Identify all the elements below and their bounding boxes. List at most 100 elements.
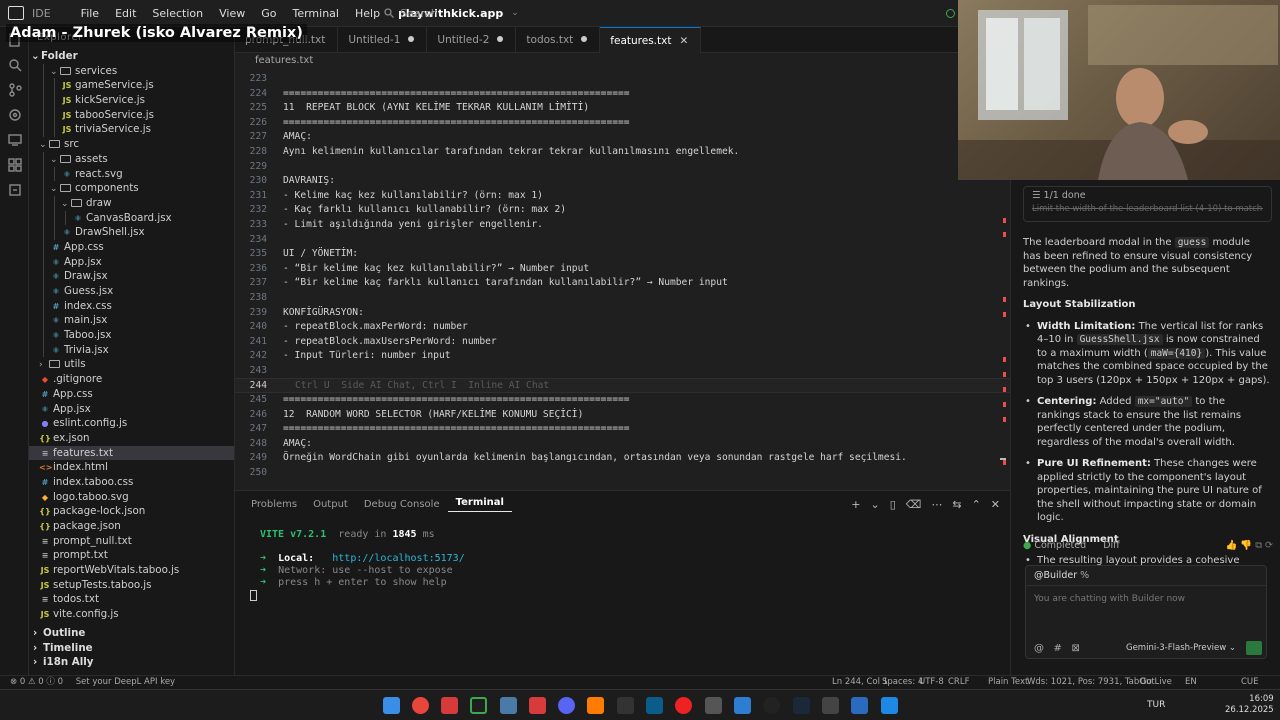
code-line[interactable]: 224 =====================================… xyxy=(235,87,1010,102)
code-line[interactable]: 227 AMAÇ: xyxy=(235,130,1010,145)
code-line[interactable]: 233 - Limit aşıldığında yeni girişler eng… xyxy=(235,218,1010,233)
file-item[interactable]: ≡ todos.txt xyxy=(29,592,234,607)
menu-selection[interactable]: Selection xyxy=(144,0,211,27)
file-item[interactable]: JS kickService.js xyxy=(29,93,234,108)
file-item[interactable]: ● eslint.config.js xyxy=(29,416,234,431)
split-terminal-icon[interactable]: ▯ xyxy=(890,498,896,511)
app-icon[interactable] xyxy=(705,697,722,714)
breadcrumb[interactable]: features.txt xyxy=(235,53,1010,69)
indent-status[interactable]: Spaces: 4 xyxy=(882,676,923,689)
new-terminal-icon[interactable]: + xyxy=(851,498,860,511)
terminal-output[interactable]: VITE v7.2.1 ready in 1845 ms ➜ Local: ht… xyxy=(235,517,1010,589)
tab-untitled-1[interactable]: Untitled-1 xyxy=(338,27,428,53)
code-line[interactable]: 230 DAVRANIŞ: xyxy=(235,174,1010,189)
lang-status[interactable]: EN xyxy=(1185,676,1197,689)
source-control-icon[interactable] xyxy=(0,77,29,102)
code-line[interactable]: 225 11 REPEAT BLOCK (AYNI KELİME TEKRAR K… xyxy=(235,101,1010,116)
file-item[interactable]: ≡ prompt.txt xyxy=(29,548,234,563)
remote-icon[interactable] xyxy=(0,127,29,152)
app-icon[interactable] xyxy=(734,697,751,714)
code-line[interactable]: 228 Aynı kelimenin kullanıcılar tarafında… xyxy=(235,145,1010,160)
tab-features[interactable]: features.txt ✕ xyxy=(600,27,702,53)
menu-terminal[interactable]: Terminal xyxy=(284,0,347,27)
chat-tools[interactable]: @ # ⊠ xyxy=(1034,643,1080,654)
folder-section[interactable]: ⌄Folder xyxy=(29,49,234,64)
file-item[interactable]: JS tabooService.js xyxy=(29,107,234,123)
file-item[interactable]: JS setupTests.taboo.js xyxy=(29,578,234,593)
app-icon[interactable] xyxy=(617,697,634,714)
menu-edit[interactable]: Edit xyxy=(107,0,144,27)
chat-input[interactable]: You are chatting with Builder now xyxy=(1026,586,1266,612)
code-line[interactable]: 242 - Input Türleri: number input xyxy=(235,349,1010,364)
send-icon[interactable] xyxy=(1246,641,1262,655)
code-line[interactable]: 235 UI / YÖNETİM: xyxy=(235,247,1010,262)
menu-view[interactable]: View xyxy=(211,0,253,27)
file-item[interactable]: ≡ features.txt xyxy=(29,445,234,461)
code-line[interactable]: 234 xyxy=(235,233,1010,248)
code-line[interactable]: 250 xyxy=(235,466,1010,481)
app-icon[interactable] xyxy=(822,697,839,714)
tab-terminal[interactable]: Terminal xyxy=(447,497,512,512)
steam-icon[interactable] xyxy=(793,697,810,714)
folder-item[interactable]: ⌄ src xyxy=(29,137,234,152)
trash-icon[interactable]: ⌫ xyxy=(906,498,922,511)
file-item[interactable]: ◆ logo.taboo.svg xyxy=(29,490,234,505)
folder-item[interactable]: ⌄ components xyxy=(29,181,234,196)
cue-status[interactable]: CUE xyxy=(1241,676,1259,689)
feedback-icons[interactable]: 👍 👎 ⧉ ⟳ xyxy=(1226,540,1273,551)
file-item[interactable]: # index.css xyxy=(29,298,234,314)
file-item[interactable]: {} package.json xyxy=(29,519,234,534)
code-line[interactable]: 236 - “Bir kelime kaç kez kullanılabilir?… xyxy=(235,262,1010,277)
clock[interactable]: 16:09 26.12.2025 xyxy=(1225,694,1274,716)
code-line[interactable]: 237 - “Bir kelime kaç farklı kullanıcı ta… xyxy=(235,276,1010,291)
builder-mode[interactable]: @Builder xyxy=(1034,570,1077,581)
cursor-position[interactable]: Ln 244, Col 1 xyxy=(832,676,888,689)
code-line[interactable]: 240 - repeatBlock.maxPerWord: number xyxy=(235,320,1010,335)
file-item[interactable]: ◆ .gitignore xyxy=(29,372,234,387)
go-live-button[interactable]: Go Live xyxy=(1140,676,1172,689)
file-item[interactable]: ⚛ App.jsx xyxy=(29,402,234,417)
file-item[interactable]: # App.css xyxy=(29,387,234,402)
file-item[interactable]: JS vite.config.js xyxy=(29,607,234,622)
language-status[interactable]: Plain Text xyxy=(988,676,1028,689)
tab-untitled-2[interactable]: Untitled-2 xyxy=(427,27,517,53)
vivaldi-icon[interactable] xyxy=(441,697,458,714)
tab-debug-console[interactable]: Debug Console xyxy=(356,499,448,510)
start-icon[interactable] xyxy=(383,697,400,714)
file-item[interactable]: ⚛ react.svg xyxy=(29,166,234,182)
file-item[interactable]: ⚛ Trivia.jsx xyxy=(29,342,234,358)
file-item[interactable]: <>index.html xyxy=(29,460,234,475)
calculator-icon[interactable] xyxy=(851,697,868,714)
file-item[interactable]: ⚛ main.jsx xyxy=(29,313,234,329)
discord-icon[interactable] xyxy=(558,697,575,714)
todo-card[interactable]: ☰ 1/1 done Limit the width of the leader… xyxy=(1023,186,1272,222)
code-line[interactable]: 247 =====================================… xyxy=(235,422,1010,437)
file-item[interactable]: # App.css xyxy=(29,239,234,255)
run-debug-icon[interactable] xyxy=(0,102,29,127)
maximize-icon[interactable]: ⌃ xyxy=(972,498,981,511)
encoding-status[interactable]: UTF-8 xyxy=(919,676,944,689)
code-line[interactable]: 246 12 RANDOM WORD SELECTOR (HARF/KELİME … xyxy=(235,408,1010,423)
file-item[interactable]: # index.taboo.css xyxy=(29,475,234,490)
tab-problems[interactable]: Problems xyxy=(243,499,305,510)
app-icon[interactable] xyxy=(881,697,898,714)
copilot-status-icon[interactable] xyxy=(946,9,955,18)
code-line[interactable]: 238 xyxy=(235,291,1010,306)
menu-go[interactable]: Go xyxy=(253,0,284,27)
code-line[interactable]: 241 - repeatBlock.maxUsersPerWord: number xyxy=(235,335,1010,350)
chat-input-box[interactable]: @Builder % You are chatting with Builder… xyxy=(1025,565,1267,659)
testing-icon[interactable] xyxy=(0,177,29,202)
code-line[interactable]: 245 =====================================… xyxy=(235,393,1010,408)
keyboard-lang[interactable]: TUR xyxy=(1147,700,1165,710)
app-icon[interactable] xyxy=(646,697,663,714)
word-count-status[interactable]: Wds: 1021, Pos: 7931, TabOut xyxy=(1027,676,1155,689)
file-item[interactable]: ⚛ DrawShell.jsx xyxy=(29,225,234,240)
filezilla-icon[interactable] xyxy=(529,697,546,714)
code-line[interactable]: 226 =====================================… xyxy=(235,116,1010,131)
more-icon[interactable]: ⋯ xyxy=(931,498,942,511)
record-icon[interactable] xyxy=(675,697,692,714)
folder-item[interactable]: ⌄ draw xyxy=(29,195,234,211)
folder-item[interactable]: ⌄ assets xyxy=(29,151,234,167)
code-line[interactable]: 243 xyxy=(235,364,1010,379)
code-line[interactable]: 229 xyxy=(235,160,1010,175)
